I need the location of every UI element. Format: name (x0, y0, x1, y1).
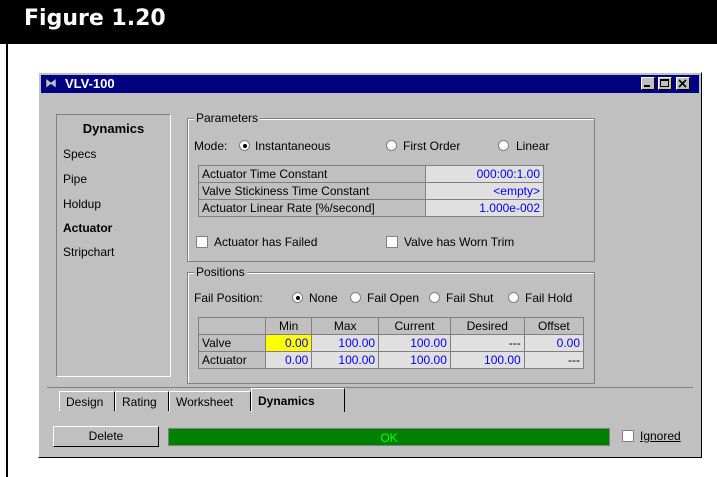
row-label: Actuator (198, 351, 266, 369)
parameters-table: Actuator Time Constant 000:00:1.00 Valve… (198, 165, 544, 217)
mode-first-order-radio[interactable] (386, 140, 397, 151)
property-window: ⧓ VLV-100 Dynamics Specs Pipe Holdup Act… (38, 72, 702, 458)
parameters-label: Parameters (194, 111, 261, 125)
valve-icon: ⧓ (45, 76, 57, 90)
column-header: Current (378, 317, 451, 335)
actuator-failed-checkbox[interactable] (196, 236, 208, 248)
row-label: Valve (198, 334, 266, 352)
column-header: Desired (449, 317, 525, 335)
worn-trim-checkbox[interactable] (386, 236, 398, 248)
fail-none-label[interactable]: None (309, 291, 338, 305)
fail-shut-radio[interactable] (429, 292, 440, 303)
nav-item-actuator[interactable]: Actuator (63, 221, 112, 235)
delete-button[interactable]: Delete (53, 426, 159, 447)
nav-item-holdup[interactable]: Holdup (63, 197, 101, 211)
param-name: Valve Stickiness Time Constant (198, 182, 426, 200)
dynamics-nav: Dynamics Specs Pipe Holdup Actuator Stri… (56, 114, 171, 377)
actuator-failed-label[interactable]: Actuator has Failed (214, 235, 317, 249)
fail-open-radio[interactable] (350, 292, 361, 303)
tab-dynamics[interactable]: Dynamics (251, 388, 345, 412)
fail-shut-label[interactable]: Fail Shut (446, 291, 493, 305)
nav-header: Dynamics (82, 121, 145, 136)
column-header: Min (264, 317, 313, 335)
nav-item-pipe[interactable]: Pipe (63, 172, 87, 186)
valve-max-field[interactable]: 100.00 (311, 334, 380, 352)
actuator-max-field[interactable]: 100.00 (311, 351, 380, 369)
table-row: Valve Stickiness Time Constant <empty> (198, 182, 544, 200)
valve-min-field[interactable]: 0.00 (264, 334, 313, 352)
tab-worksheet[interactable]: Worksheet (169, 391, 251, 411)
close-button[interactable] (676, 77, 690, 90)
positions-label: Positions (194, 265, 247, 279)
positions-group: Positions Fail Position: None Fail Open … (187, 265, 595, 384)
maximize-button[interactable] (658, 77, 672, 90)
valve-desired-cell: --- (449, 334, 525, 352)
fail-position-label: Fail Position: (194, 291, 263, 305)
corner-cell (198, 317, 266, 335)
param-name: Actuator Linear Rate [%/second] (198, 199, 426, 217)
tab-rating[interactable]: Rating (115, 391, 169, 411)
column-header: Offset (523, 317, 585, 335)
fail-none-radio[interactable] (292, 292, 303, 303)
table-row: Actuator Time Constant 000:00:1.00 (198, 165, 544, 183)
mode-first-order-label[interactable]: First Order (403, 139, 460, 153)
minimize-icon (644, 85, 650, 87)
valve-offset-field[interactable]: 0.00 (523, 334, 585, 352)
ignored-label[interactable]: Ignored (640, 429, 681, 443)
column-header: Max (311, 317, 380, 335)
fail-hold-radio[interactable] (508, 292, 519, 303)
figure-header: Figure 1.20 (0, 0, 717, 44)
tab-design[interactable]: Design (59, 391, 115, 411)
minimize-button[interactable] (641, 77, 655, 90)
param-name: Actuator Time Constant (198, 165, 426, 183)
param-value-field[interactable]: 000:00:1.00 (425, 165, 544, 183)
tab-strip-line (47, 387, 693, 388)
nav-item-specs[interactable]: Specs (63, 147, 96, 161)
window-title: VLV-100 (65, 76, 115, 91)
maximize-icon (660, 79, 669, 87)
param-value-field[interactable]: <empty> (425, 182, 544, 200)
figure-border (6, 44, 8, 477)
actuator-current-cell: 100.00 (378, 351, 451, 369)
figure-title: Figure 1.20 (24, 6, 166, 31)
close-icon (678, 79, 687, 88)
mode-linear-label[interactable]: Linear (516, 139, 549, 153)
table-row: Actuator 0.00 100.00 100.00 100.00 --- (198, 351, 585, 369)
actuator-desired-field[interactable]: 100.00 (449, 351, 525, 369)
mode-label: Mode: (194, 139, 228, 153)
positions-table: Min Max Current Desired Offset Valve 0.0… (198, 317, 585, 369)
mode-linear-radio[interactable] (498, 140, 509, 151)
fail-open-label[interactable]: Fail Open (367, 291, 419, 305)
ignored-checkbox[interactable] (622, 430, 634, 442)
worn-trim-label[interactable]: Valve has Worn Trim (404, 235, 514, 249)
mode-instantaneous-radio[interactable] (239, 140, 250, 151)
table-row: Valve 0.00 100.00 100.00 --- 0.00 (198, 334, 585, 352)
actuator-offset-cell: --- (523, 351, 585, 369)
mode-instantaneous-label[interactable]: Instantaneous (255, 139, 330, 153)
nav-item-stripchart[interactable]: Stripchart (63, 245, 114, 259)
valve-current-cell: 100.00 (378, 334, 451, 352)
param-value-field[interactable]: 1.000e-002 (425, 199, 544, 217)
title-bar[interactable]: ⧓ VLV-100 (41, 75, 699, 93)
fail-hold-label[interactable]: Fail Hold (525, 291, 572, 305)
actuator-min-field[interactable]: 0.00 (264, 351, 313, 369)
parameters-group: Parameters Mode: Instantaneous First Ord… (187, 111, 595, 262)
table-row: Actuator Linear Rate [%/second] 1.000e-0… (198, 199, 544, 217)
table-header-row: Min Max Current Desired Offset (198, 317, 585, 335)
status-bar: OK (168, 428, 610, 446)
